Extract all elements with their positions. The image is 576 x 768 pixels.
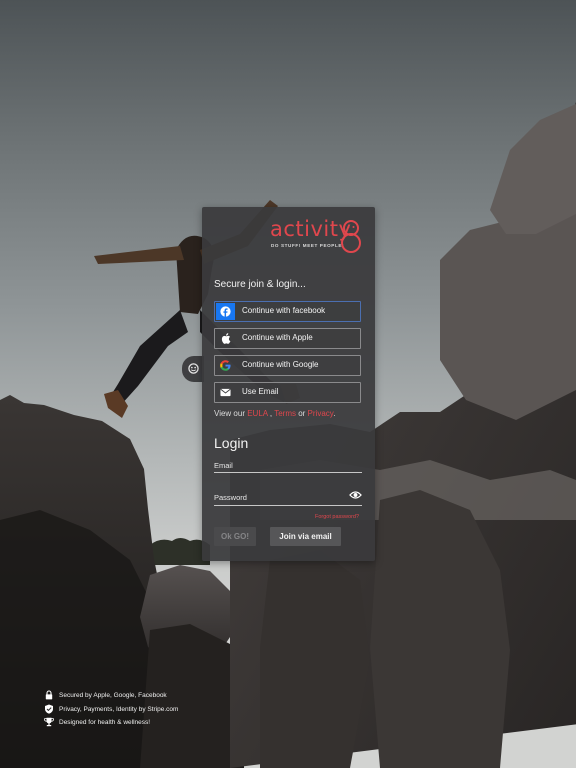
brand-logo: activity DO STUFF! MEET PEOPLE!: [270, 217, 366, 253]
password-field[interactable]: Password: [214, 493, 247, 502]
legal-prefix: View our: [214, 409, 248, 418]
continue-apple-label: Continue with Apple: [242, 333, 313, 342]
login-card: activity DO STUFF! MEET PEOPLE! Secure j…: [202, 207, 375, 561]
password-underline: [214, 505, 362, 506]
terms-link[interactable]: Terms: [274, 409, 296, 418]
login-title: Login: [214, 435, 249, 451]
legal-links: View our EULA , Terms or Privacy.: [214, 409, 335, 418]
wellness-note-text: Designed for health & wellness!: [59, 719, 151, 726]
ok-go-button[interactable]: Ok GO!: [214, 527, 256, 546]
join-headline: Secure join & login...: [214, 279, 306, 290]
email-underline: [214, 472, 362, 473]
continue-google-label: Continue with Google: [242, 360, 319, 369]
shield-check-icon: [45, 704, 53, 714]
brand-tagline: DO STUFF! MEET PEOPLE!: [271, 243, 345, 248]
mail-icon: [216, 384, 235, 401]
continue-apple-button[interactable]: Continue with Apple: [214, 328, 361, 349]
security-note-text: Secured by Apple, Google, Facebook: [59, 692, 167, 699]
facebook-icon: [216, 303, 235, 320]
brand-figure-eight-icon: [341, 220, 361, 253]
join-via-email-button[interactable]: Join via email: [270, 527, 341, 546]
show-password-eye-icon[interactable]: [349, 490, 362, 500]
lock-icon: [45, 690, 53, 700]
use-email-button[interactable]: Use Email: [214, 382, 361, 403]
side-profile-tab[interactable]: [182, 356, 204, 382]
continue-google-button[interactable]: Continue with Google: [214, 355, 361, 376]
privacy-note-text: Privacy, Payments, Identity by Stripe.co…: [59, 706, 179, 713]
google-icon: [216, 357, 235, 374]
eula-link[interactable]: EULA: [247, 409, 267, 418]
trophy-icon: [44, 717, 54, 727]
legal-suffix: .: [333, 409, 336, 418]
smiley-icon: [188, 363, 199, 374]
email-field[interactable]: Email: [214, 461, 233, 470]
continue-facebook-label: Continue with facebook: [242, 306, 326, 315]
forgot-password-link[interactable]: Forgot password?: [315, 514, 359, 520]
continue-facebook-button[interactable]: Continue with facebook: [214, 301, 361, 322]
legal-sep2: or: [295, 409, 308, 418]
apple-icon: [216, 330, 235, 347]
privacy-link[interactable]: Privacy: [308, 409, 334, 418]
use-email-label: Use Email: [242, 387, 279, 396]
